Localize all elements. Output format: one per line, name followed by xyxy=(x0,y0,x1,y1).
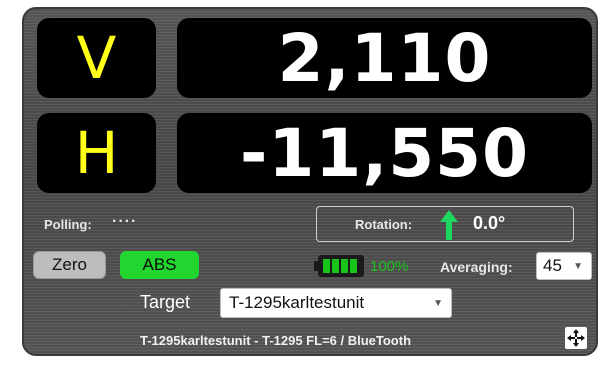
expand-arrows-icon xyxy=(567,329,585,347)
target-select[interactable]: T-1295karltestunit ▼ xyxy=(220,288,452,318)
polling-label: Polling: xyxy=(44,217,92,232)
zero-button[interactable]: Zero xyxy=(33,251,106,279)
averaging-label: Averaging: xyxy=(440,259,513,275)
battery-icon xyxy=(314,255,364,277)
chevron-down-icon: ▼ xyxy=(573,260,583,272)
status-text: T-1295karltestunit - T-1295 FL=6 / BlueT… xyxy=(140,333,412,348)
target-value: T-1295karltestunit xyxy=(229,293,365,312)
rotation-label: Rotation: xyxy=(355,217,413,232)
v-axis-label: V xyxy=(76,24,117,92)
abs-button-label: ABS xyxy=(142,255,177,274)
h-reading-box: -11,550 xyxy=(177,113,592,193)
rotation-arrow-icon xyxy=(440,210,458,240)
polling-indicator: ···· xyxy=(112,213,138,230)
averaging-value: 45 xyxy=(543,256,562,275)
battery-percent: 100% xyxy=(370,258,409,275)
v-label-box: V xyxy=(37,18,156,98)
h-label-box: H xyxy=(37,113,156,193)
main-panel: V 2,110 H -11,550 Polling: ···· Rotation… xyxy=(22,7,598,356)
rotation-value: 0.0° xyxy=(473,213,506,233)
rotation-box: Rotation: 0.0° xyxy=(316,206,574,242)
chevron-down-icon: ▼ xyxy=(433,297,443,309)
target-label: Target xyxy=(140,292,191,312)
abs-button[interactable]: ABS xyxy=(120,251,199,279)
h-reading: -11,550 xyxy=(239,114,530,192)
v-reading: 2,110 xyxy=(277,19,492,97)
v-reading-box: 2,110 xyxy=(177,18,592,98)
h-axis-label: H xyxy=(74,119,119,187)
fullscreen-button[interactable] xyxy=(565,327,587,349)
zero-button-label: Zero xyxy=(52,255,87,274)
averaging-select[interactable]: 45 ▼ xyxy=(536,252,592,280)
